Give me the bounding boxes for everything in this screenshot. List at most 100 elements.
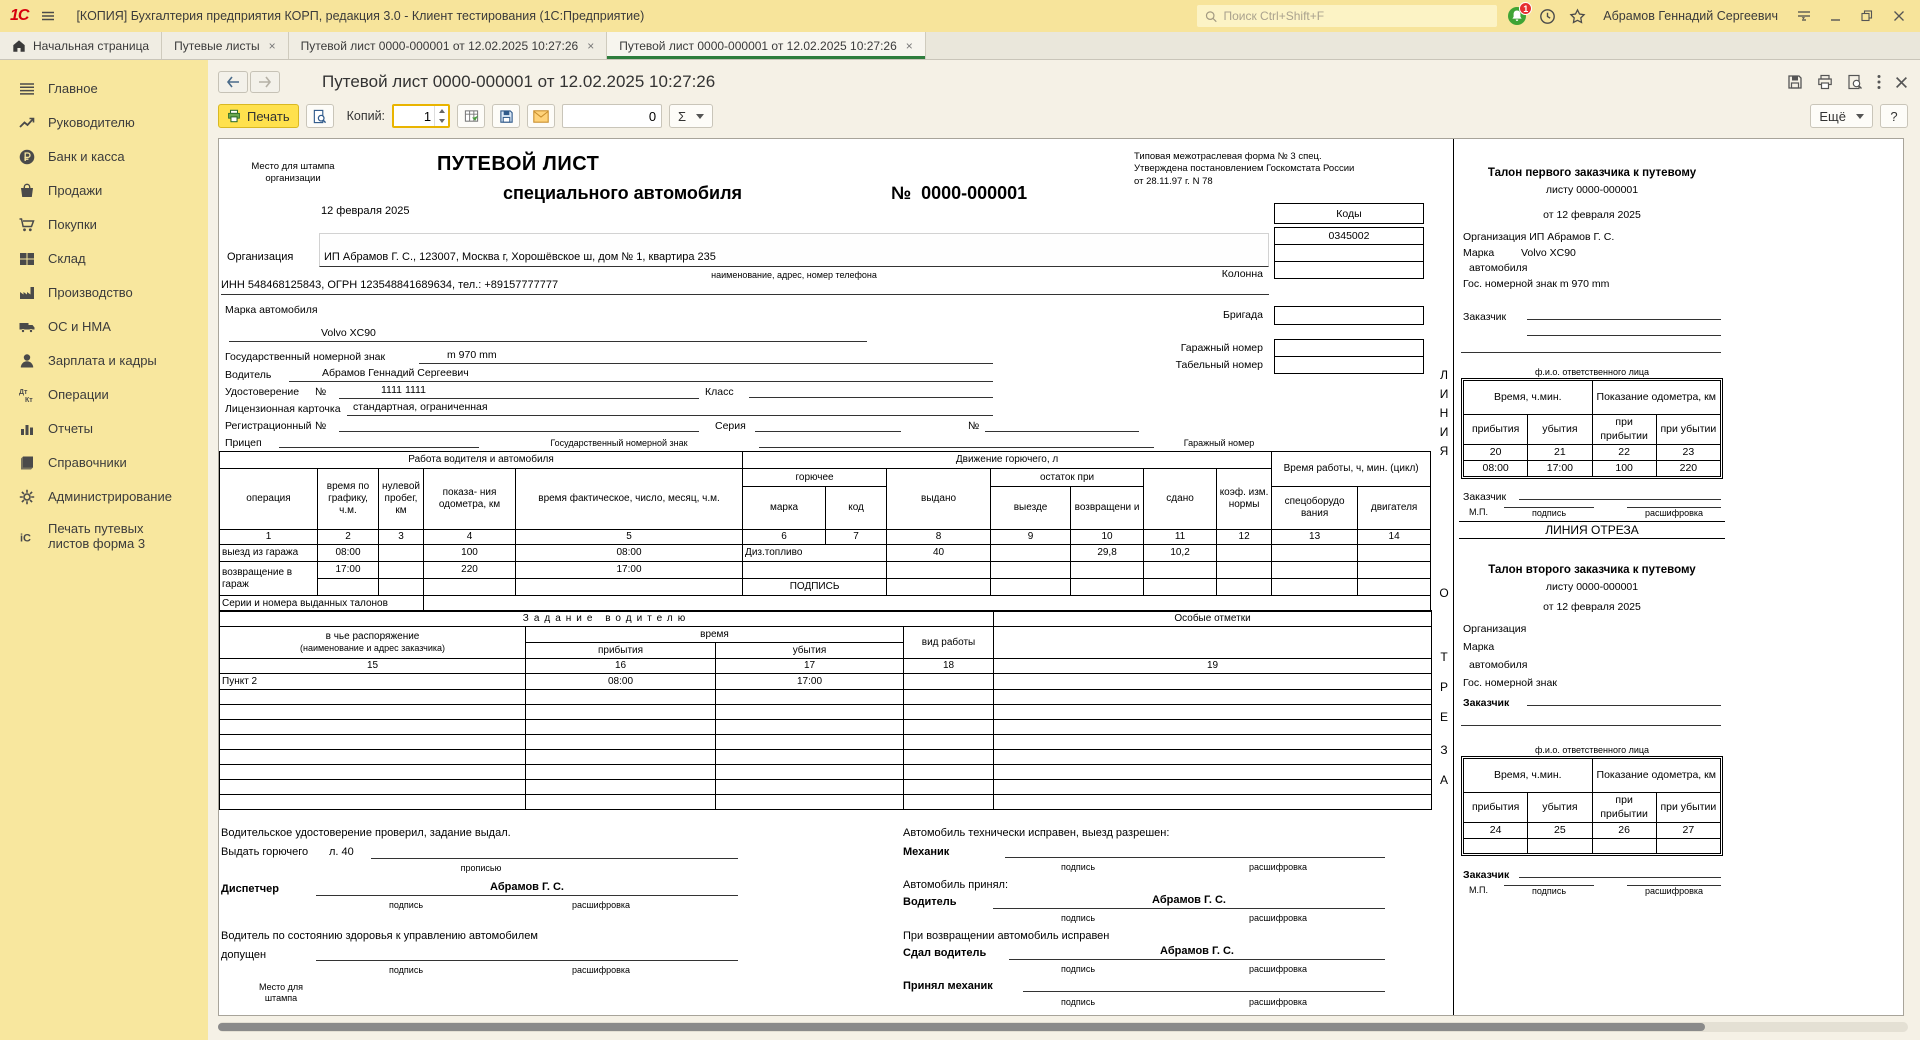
save-button[interactable]: [492, 104, 520, 128]
decrypt-caption: расшифровка: [1627, 507, 1721, 519]
copies-stepper[interactable]: [392, 104, 450, 128]
counter-input[interactable]: [562, 104, 662, 128]
document-title: Путевой лист 0000-000001 от 12.02.2025 1…: [322, 72, 715, 92]
horizontal-scrollbar[interactable]: [218, 1022, 1908, 1032]
sidebar-item-warehouse[interactable]: Склад: [0, 242, 208, 276]
sidebar-item-manager[interactable]: Руководителю: [0, 106, 208, 140]
stamp-place-bottom: Место дляштампа: [241, 982, 321, 1005]
okpo-code: 0345002: [1275, 228, 1424, 245]
preview-icon[interactable]: [1847, 74, 1863, 90]
tab-waybills-list[interactable]: Путевые листы ×: [162, 32, 289, 59]
empty-row: [220, 690, 1432, 705]
copies-input[interactable]: [394, 106, 434, 126]
sidebar-item-main[interactable]: Главное: [0, 72, 208, 106]
tab-close-icon[interactable]: ×: [906, 39, 913, 53]
cut-line-letter: Я: [1434, 444, 1454, 458]
service-menu-icon[interactable]: [1794, 6, 1814, 26]
save-icon[interactable]: [1787, 74, 1803, 90]
talon-plate-line: Гос. номерной знак: [1463, 677, 1557, 689]
empty-row: [220, 750, 1432, 765]
search-input[interactable]: [1223, 9, 1489, 23]
global-search[interactable]: [1197, 5, 1497, 27]
decrypt-caption: расшифровка: [1203, 964, 1353, 975]
tab-waybill-document-1[interactable]: Путевой лист 0000-000001 от 12.02.2025 1…: [289, 32, 608, 59]
series-number-line: [985, 418, 1139, 432]
tab-home[interactable]: Начальная страница: [0, 32, 162, 59]
cut-line-letter: Т: [1434, 650, 1454, 664]
notifications-bell-icon[interactable]: 1: [1507, 6, 1527, 26]
notes-header: Особые отметки: [994, 611, 1432, 627]
copies-up-icon[interactable]: [435, 106, 448, 116]
window-close-button[interactable]: [1888, 6, 1910, 26]
trailer-line: [279, 435, 1269, 448]
close-form-icon[interactable]: [1895, 76, 1908, 89]
forward-button[interactable]: [250, 71, 280, 93]
sum-button[interactable]: Σ: [669, 104, 713, 128]
sidebar-item-fixed-assets[interactable]: ОС и НМА: [0, 310, 208, 344]
sidebar-item-reports[interactable]: Отчеты: [0, 412, 208, 446]
handed-name: Абрамов Г. С.: [1009, 945, 1385, 960]
horizontal-scrollbar-thumb[interactable]: [218, 1023, 1705, 1031]
organization-field: ИП Абрамов Г. С., 123007, Москва г, Хоро…: [319, 233, 1269, 267]
column-numbers-row: 20212223: [1464, 445, 1721, 461]
tab-label: Путевые листы: [174, 39, 260, 53]
signature-caption: подпись: [1013, 913, 1143, 924]
waybill-subtitle: специального автомобиля: [503, 183, 742, 204]
output-to-table-button[interactable]: [457, 104, 485, 128]
table-row: Пункт 2 08:00 17:00: [220, 674, 1432, 690]
tab-waybill-document-2-active[interactable]: Путевой лист 0000-000001 от 12.02.2025 1…: [607, 32, 926, 59]
sidebar-item-operations[interactable]: ДтКт Операции: [0, 378, 208, 412]
back-button[interactable]: [218, 71, 248, 93]
column-code: [1275, 262, 1424, 279]
column-numbers-row: 151617 1819: [220, 659, 1432, 674]
main-menu-icon[interactable]: [38, 6, 58, 26]
current-user-name[interactable]: Абрамов Геннадий Сергеевич: [1603, 9, 1778, 23]
sidebar-item-label: Руководителю: [48, 116, 135, 131]
driver-work-table: Работа водителя и автомобиля Движение го…: [219, 451, 1431, 612]
print-icon[interactable]: [1817, 74, 1833, 90]
sidebar-item-label: Зарплата и кадры: [48, 354, 157, 369]
sidebar-item-label: Справочники: [48, 456, 127, 471]
more-button[interactable]: Ещё: [1810, 104, 1873, 128]
talon-second-customer: Талон второго заказчика к путевому листу…: [1459, 539, 1725, 919]
more-button-label: Ещё: [1819, 109, 1846, 124]
personnel-number-code: [1275, 357, 1424, 374]
window-restore-button[interactable]: [1856, 6, 1878, 26]
send-email-button[interactable]: [527, 104, 555, 128]
print-button[interactable]: Печать: [218, 104, 299, 128]
sidebar-item-label: Отчеты: [48, 422, 93, 437]
talon-title: Талон первого заказчика к путевому: [1459, 167, 1725, 179]
column-numbers-row: 24252627: [1464, 823, 1721, 839]
more-actions-kebab-icon[interactable]: [1877, 74, 1881, 90]
trailer-label: Прицеп: [225, 437, 262, 449]
sidebar-item-bank-cash[interactable]: Банк и касса: [0, 140, 208, 174]
cut-line-letter: О: [1434, 586, 1454, 600]
tab-label: Начальная страница: [33, 39, 149, 53]
fuel-issue-value: л. 40: [329, 846, 354, 858]
sidebar-item-administration[interactable]: Администрирование: [0, 480, 208, 514]
empty-row: [220, 780, 1432, 795]
copies-down-icon[interactable]: [435, 116, 448, 126]
tab-close-icon[interactable]: ×: [587, 39, 594, 53]
window-minimize-button[interactable]: [1824, 6, 1846, 26]
sidebar-item-directories[interactable]: Справочники: [0, 446, 208, 480]
preview-button[interactable]: [306, 104, 334, 128]
empty-row: [220, 795, 1432, 810]
sidebar-item-salary-hr[interactable]: Зарплата и кадры: [0, 344, 208, 378]
sidebar-item-sales[interactable]: Продажи: [0, 174, 208, 208]
help-button[interactable]: ?: [1880, 104, 1908, 128]
dispatcher-name: Абрамов Г. С.: [316, 881, 738, 896]
talon-brand-label2: автомобиля: [1469, 262, 1527, 274]
tab-close-icon[interactable]: ×: [269, 39, 276, 53]
sidebar-item-purchases[interactable]: Покупки: [0, 208, 208, 242]
talon-brand-label: Марка: [1463, 641, 1494, 653]
cut-line-horizontal: ЛИНИЯ ОТРЕЗА: [1459, 521, 1725, 539]
history-icon[interactable]: [1537, 6, 1557, 26]
form-toolbar: Печать Копий: Σ: [218, 102, 1908, 130]
driver-task-table: Задание водителю Особые отметки в чье ра…: [219, 610, 1432, 810]
tab-bar: Начальная страница Путевые листы × Путев…: [0, 32, 1920, 60]
sidebar-item-production[interactable]: Производство: [0, 276, 208, 310]
favorites-star-icon[interactable]: [1567, 6, 1587, 26]
driver-sign-label: Водитель: [903, 896, 957, 908]
sidebar-item-print-waybills-form3[interactable]: iC Печать путевых листов форма 3: [0, 514, 200, 560]
